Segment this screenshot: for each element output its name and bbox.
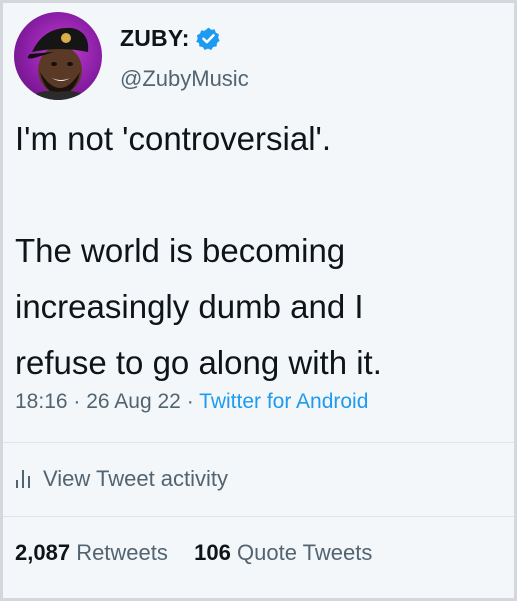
avatar[interactable] [14, 12, 102, 100]
user-handle[interactable]: @ZubyMusic [120, 66, 249, 92]
avatar-image [27, 27, 90, 100]
retweets-count: 2,087 [15, 540, 71, 565]
tweet-text-line: increasingly dumb and I [15, 288, 364, 325]
retweets-link[interactable]: 2,087 Retweets [15, 540, 174, 565]
tweet-text: I'm not 'controversial'. The world is be… [15, 111, 510, 391]
display-name[interactable]: ZUBY: [120, 25, 221, 52]
divider [3, 516, 514, 517]
meta-separator: · [186, 390, 194, 413]
tweet-time[interactable]: 18:16 [15, 390, 68, 413]
tweet-text-line: The world is becoming [15, 232, 346, 269]
meta-separator: · [73, 390, 81, 413]
tweet-metadata: 18:16 · 26 Aug 22 · Twitter for Android [15, 390, 368, 414]
quote-tweets-link[interactable]: 106 Quote Tweets [194, 540, 372, 565]
quote-tweets-label: Quote Tweets [237, 540, 373, 565]
quote-tweets-count: 106 [194, 540, 231, 565]
tweet-card: ZUBY: @ZubyMusic I'm not 'controversial'… [3, 3, 514, 598]
tweet-text-line: refuse to go along with it. [15, 344, 382, 381]
verified-badge-icon [195, 27, 220, 50]
tweet-text-line: I'm not 'controversial'. [15, 120, 332, 157]
tweet-stats: 2,087 Retweets 106 Quote Tweets [15, 540, 372, 566]
view-tweet-activity-label: View Tweet activity [43, 466, 229, 491]
tweet-date[interactable]: 26 Aug 22 [86, 390, 181, 413]
display-name-text: ZUBY: [120, 25, 190, 51]
bar-chart-icon [16, 470, 30, 488]
retweets-label: Retweets [76, 540, 168, 565]
divider [3, 442, 514, 443]
tweet-source[interactable]: Twitter for Android [199, 390, 368, 413]
view-tweet-activity-link[interactable]: View Tweet activity [15, 466, 228, 492]
